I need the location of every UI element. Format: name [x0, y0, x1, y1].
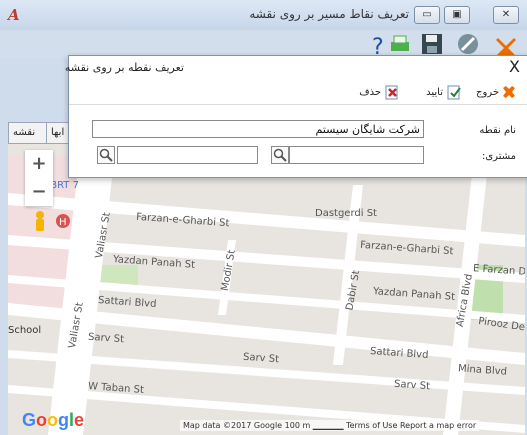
confirm-icon [447, 85, 461, 100]
map-attribution: Map data ©2017 Google 100 m ▁▁▁▁▁ Terms … [180, 420, 480, 431]
confirm-button[interactable]: تایید [426, 83, 462, 101]
customer-name-search-button[interactable] [97, 146, 115, 164]
app-logo: A [8, 6, 20, 24]
point-dialog: تعریف نقطه بر روی نقشه X خروج تایید حذف … [65, 55, 527, 178]
pegman-icon[interactable] [32, 210, 48, 232]
svg-text:H: H [59, 217, 67, 228]
google-logo: Google [22, 410, 85, 430]
zoom-control: + − [25, 150, 53, 206]
exit-icon [503, 86, 515, 98]
title-bar: A تعریف نقاط مسیر بر روی نقشه ▭ ▣ ✕ [0, 0, 527, 30]
minimize-button[interactable]: ▭ [414, 6, 440, 24]
printer-icon[interactable] [388, 32, 412, 56]
close-button[interactable]: ✕ [493, 6, 519, 24]
search-icon [99, 148, 113, 162]
svg-text:?: ? [372, 35, 384, 56]
customer-code-search-button[interactable] [271, 146, 289, 164]
school-label: School [8, 325, 42, 336]
point-name-input[interactable]: شرکت شایگان سیستم [92, 120, 424, 138]
street-label: Dastgerdi St [315, 208, 377, 219]
main-toolbar: ? [0, 30, 527, 58]
maximize-button[interactable]: ▣ [444, 6, 470, 24]
dialog-toolbar: خروج تایید حذف [69, 82, 527, 105]
help-icon[interactable]: ? [366, 32, 390, 56]
exit-label: خروج [476, 86, 499, 98]
window-title: تعریف نقاط مسیر بر روی نقشه [249, 7, 409, 21]
customer-label: مشتری: [481, 151, 516, 162]
exit-icon[interactable] [494, 32, 518, 56]
search-icon [273, 148, 287, 162]
dialog-close-button[interactable]: X [509, 58, 520, 76]
save-icon[interactable] [420, 32, 444, 56]
dialog-header: تعریف نقطه بر روی نقشه X [65, 56, 527, 80]
delete-button[interactable]: حذف [359, 83, 400, 101]
zoom-in-button[interactable]: + [25, 150, 53, 178]
confirm-label: تایید [426, 86, 443, 98]
zoom-out-button[interactable]: − [25, 178, 53, 206]
app-window: A تعریف نقاط مسیر بر روی نقشه ▭ ▣ ✕ ? Da… [0, 0, 527, 435]
delete-icon [385, 85, 398, 100]
name-label: نام نقطه [479, 125, 516, 136]
customer-name-input[interactable] [117, 146, 258, 164]
customer-code-input[interactable] [289, 146, 424, 164]
delete-label: حذف [359, 86, 381, 98]
dialog-title: تعریف نقطه بر روی نقشه [64, 61, 184, 74]
exit-button[interactable]: خروج [476, 83, 516, 101]
cancel-icon[interactable] [456, 32, 480, 56]
hospital-icon: H [56, 214, 70, 228]
